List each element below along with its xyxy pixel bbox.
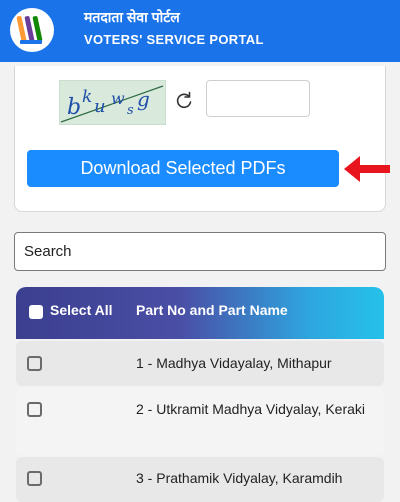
row-checkbox[interactable]: [27, 471, 42, 486]
table-row[interactable]: 2 - Utkramit Madhya Vidyalay, Keraki: [16, 388, 384, 455]
row-checkbox[interactable]: [27, 356, 42, 371]
column-header-part: Part No and Part Name: [136, 302, 288, 318]
captcha-card: b k u w s g Download Selected PDFs: [14, 66, 390, 212]
table-header: Select All Part No and Part Name: [16, 287, 384, 339]
download-selected-pdfs-button[interactable]: Download Selected PDFs: [27, 150, 339, 187]
table-row[interactable]: 3 - Prathamik Vidyalay, Karamdih: [16, 457, 384, 502]
svg-text:b: b: [67, 95, 81, 120]
row-checkbox[interactable]: [27, 402, 42, 417]
refresh-captcha-icon[interactable]: [174, 90, 194, 110]
portal-title-hindi: मतदाता सेवा पोर्टल: [84, 9, 180, 25]
svg-text:w: w: [111, 89, 125, 108]
captcha-image: b k u w s g: [59, 80, 166, 125]
app-header: मतदाता सेवा पोर्टल VOTERS' SERVICE PORTA…: [0, 0, 400, 62]
row-part-name: 3 - Prathamik Vidyalay, Karamdih: [136, 470, 343, 486]
row-part-name: 2 - Utkramit Madhya Vidyalay, Keraki: [136, 401, 366, 417]
row-part-name: 1 - Madhya Vidayalay, Mithapur: [136, 355, 332, 371]
svg-text:g: g: [137, 87, 150, 111]
search-input[interactable]: [14, 232, 386, 271]
portal-title-english: VOTERS' SERVICE PORTAL: [84, 32, 264, 47]
select-all-label[interactable]: Select All: [50, 301, 113, 319]
select-all-checkbox[interactable]: [29, 305, 43, 319]
eci-logo: [10, 8, 54, 52]
svg-text:s: s: [127, 103, 134, 118]
svg-text:u: u: [94, 96, 106, 117]
table-row[interactable]: 1 - Madhya Vidayalay, Mithapur: [16, 341, 384, 386]
svg-text:k: k: [82, 87, 92, 107]
captcha-input[interactable]: [206, 80, 310, 117]
red-arrow-icon: [344, 156, 390, 182]
